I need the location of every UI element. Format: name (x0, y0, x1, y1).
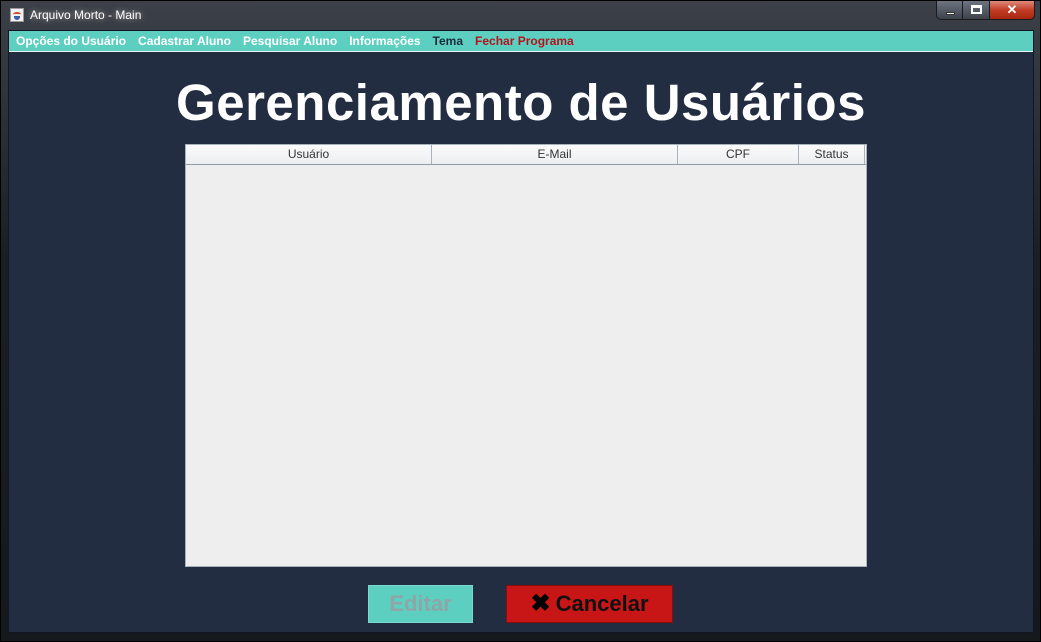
java-app-icon (10, 8, 24, 22)
menu-cadastrar-aluno[interactable]: Cadastrar Aluno (138, 34, 231, 48)
window-title: Arquivo Morto - Main (30, 8, 142, 22)
menu-opcoes-usuario[interactable]: Opções do Usuário (16, 34, 126, 48)
table-header: Usuário E-Mail CPF Status (186, 145, 866, 165)
menu-pesquisar-aluno[interactable]: Pesquisar Aluno (243, 34, 337, 48)
window-controls: ✕ (936, 1, 1035, 21)
cancel-button-label: Cancelar (555, 591, 649, 616)
title-bar[interactable]: Arquivo Morto - Main ✕ (1, 1, 1040, 30)
table-body[interactable] (186, 165, 866, 566)
column-header-email[interactable]: E-Mail (432, 145, 678, 164)
edit-button[interactable]: Editar (368, 585, 473, 623)
content-pane: Opções do Usuário Cadastrar Aluno Pesqui… (8, 30, 1034, 633)
app-window: Arquivo Morto - Main ✕ Opções do Usuário… (0, 0, 1041, 642)
close-icon: ✖ (530, 590, 551, 617)
menu-bar: Opções do Usuário Cadastrar Aluno Pesqui… (9, 31, 1033, 52)
column-header-usuario[interactable]: Usuário (186, 145, 432, 164)
page-title: Gerenciamento de Usuários (176, 74, 866, 131)
menu-fechar-programa[interactable]: Fechar Programa (475, 34, 574, 48)
users-table[interactable]: Usuário E-Mail CPF Status (185, 144, 867, 567)
column-header-status[interactable]: Status (799, 145, 865, 164)
close-window-button[interactable]: ✕ (990, 1, 1035, 20)
cancel-button[interactable]: ✖ Cancelar (506, 585, 673, 623)
maximize-button[interactable] (963, 1, 990, 20)
minimize-button[interactable] (936, 1, 963, 20)
close-icon: ✕ (1006, 2, 1018, 17)
menu-tema[interactable]: Tema (433, 34, 463, 48)
column-header-cpf[interactable]: CPF (678, 145, 799, 164)
menu-informacoes[interactable]: Informações (349, 34, 420, 48)
edit-button-label: Editar (389, 591, 452, 616)
